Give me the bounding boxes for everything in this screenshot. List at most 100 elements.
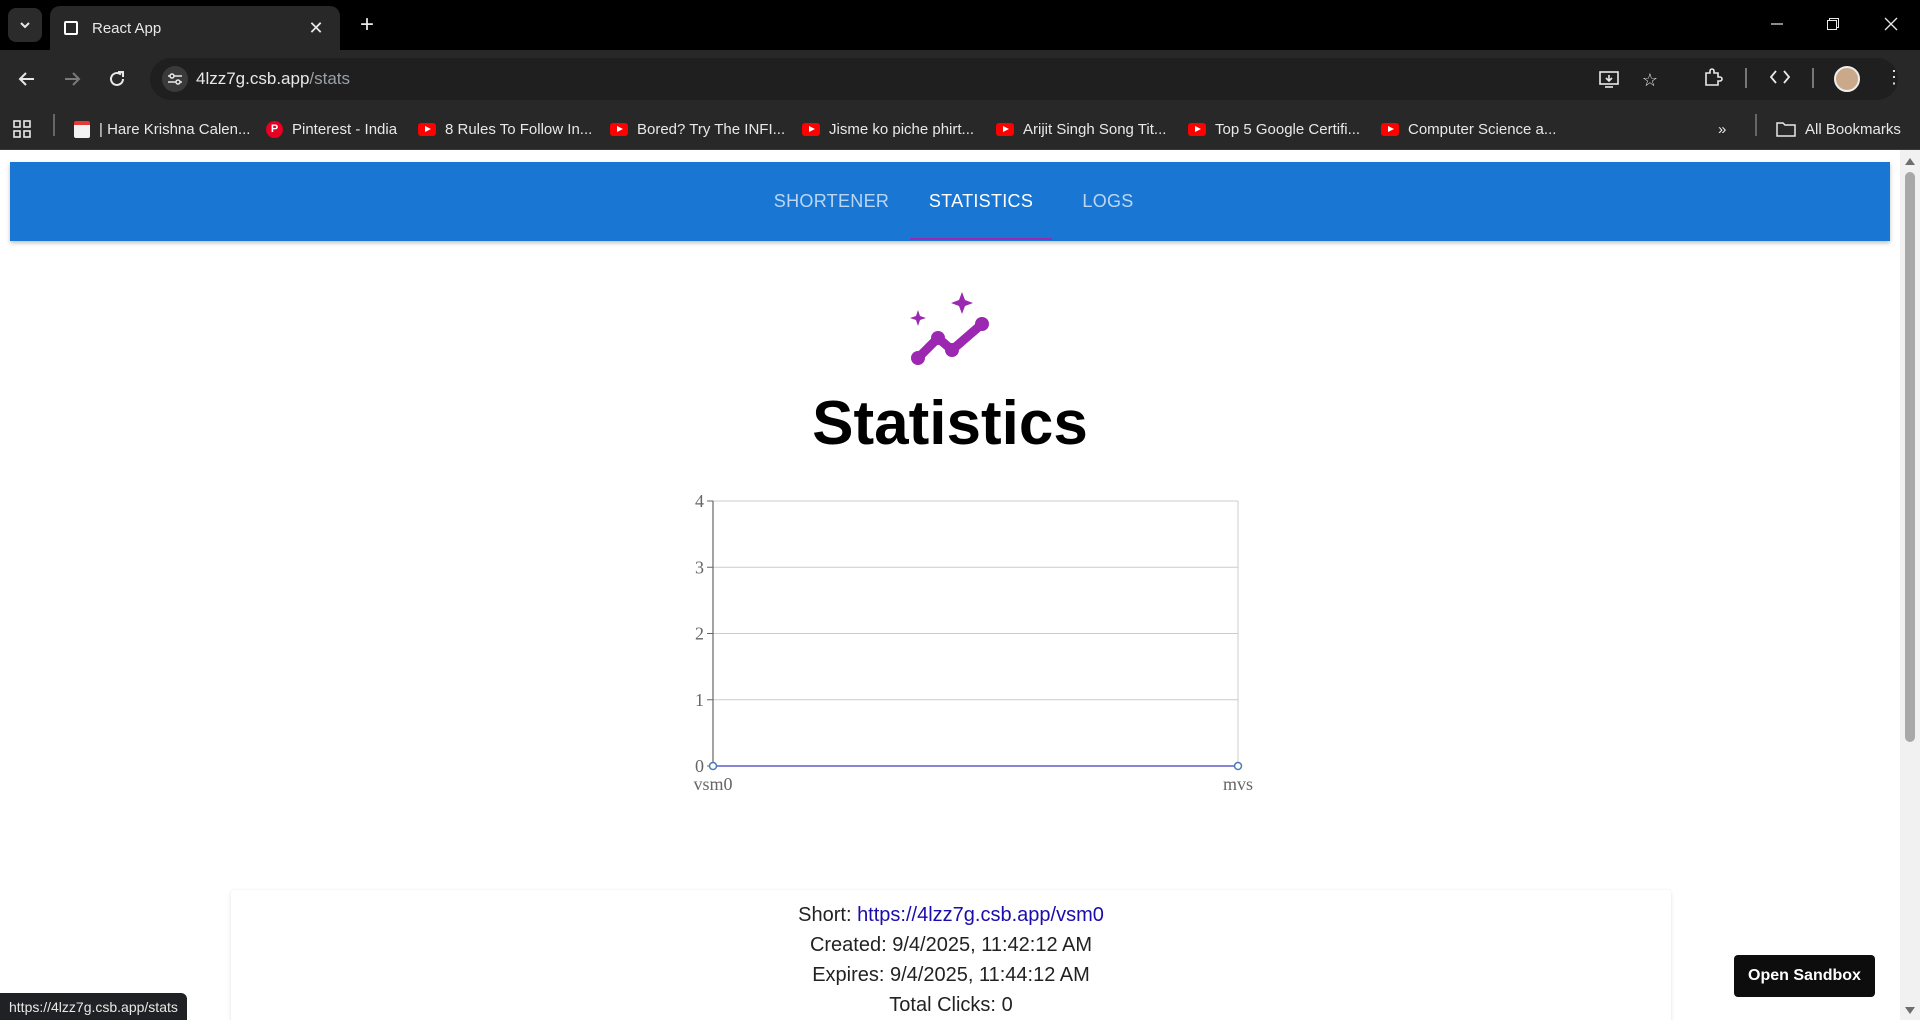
created-value: 9/4/2025, 11:42:12 AM [892,934,1093,956]
tab-logs[interactable]: LOGS [1052,162,1164,241]
bookmark-item[interactable]: Arijit Singh Song Tit... [996,116,1166,142]
short-url-line: Short: https://4lzz7g.csb.app/vsm0 [231,904,1671,927]
y-tick-label: 2 [695,624,704,644]
extensions-icon[interactable] [1698,62,1728,92]
youtube-icon [802,122,820,136]
app-navbar: SHORTENER STATISTICS LOGS [10,162,1890,241]
new-tab-button[interactable]: + [352,10,382,40]
toolbar-divider [1745,68,1747,88]
close-icon [1884,17,1898,31]
arrow-left-icon [18,72,34,86]
auto-graph-icon [910,292,989,365]
browser-tab-strip: React App ✕ + [0,0,1920,50]
calendar-icon [74,120,90,138]
more-menu-icon[interactable]: ⋮ [1879,62,1909,92]
forward-button[interactable] [55,62,89,96]
y-tick-label: 1 [695,690,704,710]
bookmark-item[interactable]: Jisme ko piche phirt... [802,116,974,142]
bookmark-item[interactable]: Bored? Try The INFI... [610,116,785,142]
reload-icon [110,71,124,86]
scroll-up-arrow-icon[interactable] [1905,158,1915,165]
bookmark-label: | Hare Krishna Calen... [99,120,251,138]
youtube-icon [1381,122,1399,136]
site-info-icon[interactable] [162,66,188,92]
y-tick-label: 3 [695,557,704,577]
tab-search-button[interactable] [8,8,42,42]
url-path: /stats [309,69,351,88]
bookmark-item[interactable]: P Pinterest - India [266,116,397,142]
bookmarks-divider [1755,114,1757,136]
data-point [1233,761,1243,771]
bookmark-label: Jisme ko piche phirt... [829,120,975,138]
profile-avatar[interactable] [1834,66,1860,92]
clicks-chart: 0 1 2 3 4 vsm0 mvs [693,491,1253,794]
bookmark-item[interactable]: 8 Rules To Follow In... [418,116,592,142]
arrow-right-icon [65,72,81,86]
bookmark-label: Bored? Try The INFI... [637,120,786,138]
youtube-icon [418,122,436,136]
bookmarks-bar: | Hare Krishna Calen... P Pinterest - Ind… [0,108,1920,150]
scrollbar-thumb[interactable] [1905,172,1915,742]
page-scrollbar[interactable] [1900,150,1920,1020]
x-tick-label: mvs [1223,774,1253,794]
expires-value: 9/4/2025, 11:44:12 AM [890,964,1090,986]
bookmark-label: Computer Science a... [1408,120,1557,138]
youtube-icon [996,122,1014,136]
minimize-icon [1771,23,1783,25]
toolbar-divider [1812,68,1814,88]
browser-toolbar: 4lzz7g.csb.app/stats ☆ [0,50,1920,108]
expires-line: Expires: 9/4/2025, 11:44:12 AM [231,964,1671,987]
install-app-icon[interactable] [1597,68,1621,92]
created-line: Created: 9/4/2025, 11:42:12 AM [231,934,1671,957]
tab-statistics[interactable]: STATISTICS [910,162,1052,241]
bookmark-star-icon[interactable]: ☆ [1638,68,1662,92]
restore-icon [1827,18,1839,30]
all-bookmarks-label: All Bookmarks [1805,120,1901,138]
back-button[interactable] [10,62,44,96]
bookmarks-divider [53,114,55,136]
bookmark-item[interactable]: | Hare Krishna Calen... [74,116,250,142]
reload-button[interactable] [100,62,134,96]
bookmark-item[interactable]: Computer Science a... [1381,116,1556,142]
x-tick-label: vsm0 [693,774,732,794]
url-host: 4lzz7g.csb.app [196,69,310,88]
all-bookmarks-button[interactable]: All Bookmarks [1776,116,1901,142]
short-label: Short: [798,904,852,926]
restore-button[interactable] [1810,8,1856,40]
data-point [708,761,718,771]
page-favicon-icon [64,21,78,35]
page-title: Statistics [812,389,1088,458]
address-bar[interactable]: 4lzz7g.csb.app/stats ☆ [150,58,1898,100]
devtools-code-icon[interactable] [1765,62,1795,92]
youtube-icon [610,122,628,136]
close-tab-icon[interactable]: ✕ [306,18,326,39]
stats-card: Short: https://4lzz7g.csb.app/vsm0 Creat… [231,890,1671,1020]
scroll-down-arrow-icon[interactable] [1905,1007,1915,1014]
close-window-button[interactable] [1868,8,1914,40]
bookmark-label: 8 Rules To Follow In... [445,120,593,138]
bookmark-label: Arijit Singh Song Tit... [1023,120,1167,138]
page-viewport: SHORTENER STATISTICS LOGS Statistics 0 1 2… [0,150,1900,1020]
expires-label: Expires: [812,964,885,986]
url-text: 4lzz7g.csb.app/stats [196,69,350,89]
tab-shortener[interactable]: SHORTENER [750,162,913,241]
minimize-button[interactable] [1754,8,1800,40]
clicks-value: 0 [1001,994,1013,1016]
bookmark-label: Top 5 Google Certifi... [1215,120,1361,138]
pinterest-icon: P [266,120,283,138]
clicks-label: Total Clicks: [889,994,996,1016]
y-tick-label: 0 [695,756,704,776]
youtube-icon [1188,122,1206,136]
bookmark-item[interactable]: Top 5 Google Certifi... [1188,116,1360,142]
short-url-link[interactable]: https://4lzz7g.csb.app/vsm0 [857,904,1104,926]
browser-tab[interactable]: React App ✕ [50,6,340,50]
more-bookmarks-icon[interactable]: » [1718,116,1726,142]
tab-title: React App [92,19,162,37]
apps-grid-icon[interactable] [12,116,32,142]
open-sandbox-button[interactable]: Open Sandbox [1734,955,1875,997]
y-tick-label: 4 [695,491,704,511]
active-tab-indicator [910,238,1052,240]
created-label: Created: [809,934,887,956]
chevron-down-icon [20,22,30,29]
status-bar-url: https://4lzz7g.csb.app/stats [0,993,187,1020]
